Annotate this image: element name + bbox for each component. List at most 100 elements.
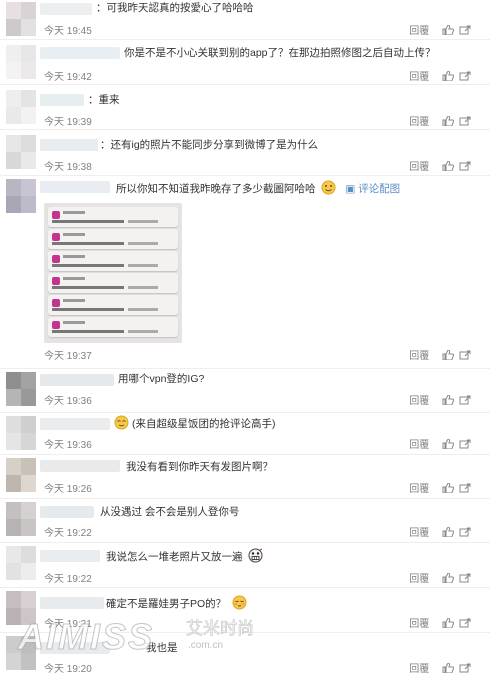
username[interactable]: [40, 550, 100, 562]
comment-item: 我也是 今天 19:20 回覆: [0, 632, 490, 680]
username[interactable]: [40, 374, 114, 386]
reply-button[interactable]: 回覆: [409, 484, 429, 495]
avatar[interactable]: [6, 458, 36, 492]
comment-time: 今天 19:22: [44, 574, 92, 585]
comment-time: 今天 19:36: [44, 396, 92, 407]
thumbs-up-icon[interactable]: [442, 527, 454, 537]
comment-item: (来自超级星饭团的抢评论高手) 今天 19:36 回覆: [0, 412, 490, 455]
comment-item: 我没有看到你昨天有发图片啊？ 今天 19:26 回覆: [0, 454, 490, 499]
share-icon[interactable]: [459, 25, 471, 35]
thumbs-up-icon[interactable]: [442, 483, 454, 493]
reply-button[interactable]: 回覆: [409, 574, 429, 585]
comment-time: 今天 19:26: [44, 484, 92, 495]
share-icon[interactable]: [459, 527, 471, 537]
username[interactable]: [40, 47, 120, 59]
grimacing-face-icon: [248, 548, 263, 563]
username[interactable]: [40, 597, 104, 609]
comment-time: 今天 19:37: [44, 351, 92, 362]
reply-button[interactable]: 回覆: [409, 396, 429, 407]
comment-item: 我说怎么一堆老照片又放一遍 今天 19:22 回覆: [0, 542, 490, 588]
avatar[interactable]: [6, 179, 36, 213]
comment-text: ：还有ig的照片不能同步分享到微博了是为什么: [100, 139, 319, 151]
comment-item: 所以你知不知道我昨晚存了多少截圖阿哈哈 ▣ 评论配图 今天 19:37 回覆: [0, 175, 490, 369]
comment-text: 所以你知不知道我昨晚存了多少截圖阿哈哈: [116, 183, 316, 195]
share-icon[interactable]: [459, 439, 471, 449]
avatar[interactable]: [6, 372, 36, 406]
view-image-link[interactable]: ▣ 评论配图: [345, 183, 400, 195]
reply-button[interactable]: 回覆: [409, 162, 429, 173]
comment-actions: 回覆: [409, 392, 476, 407]
share-icon[interactable]: [459, 350, 471, 360]
smiling-face-icon: [114, 415, 129, 430]
username[interactable]: [40, 139, 98, 151]
comment-actions: 回覆: [409, 615, 476, 630]
thumbs-up-icon[interactable]: [442, 618, 454, 628]
reply-button[interactable]: 回覆: [409, 440, 429, 451]
avatar[interactable]: [6, 591, 36, 625]
avatar[interactable]: [6, 546, 36, 580]
reply-button[interactable]: 回覆: [409, 117, 429, 128]
avatar[interactable]: [6, 2, 36, 36]
username[interactable]: [40, 181, 110, 193]
username[interactable]: [40, 642, 110, 654]
thumbs-up-icon[interactable]: [442, 25, 454, 35]
avatar[interactable]: [6, 135, 36, 169]
comment-actions: 回覆: [409, 660, 476, 675]
reply-button[interactable]: 回覆: [409, 528, 429, 539]
comment-actions: 回覆: [409, 524, 476, 539]
thumbs-up-icon[interactable]: [442, 439, 454, 449]
comment-item: 用哪个vpn登的IG? 今天 19:36 回覆: [0, 368, 490, 413]
reply-button[interactable]: 回覆: [409, 26, 429, 37]
reply-button[interactable]: 回覆: [409, 351, 429, 362]
username[interactable]: [40, 94, 84, 106]
thumbs-up-icon[interactable]: [442, 663, 454, 673]
username[interactable]: [40, 506, 94, 518]
avatar[interactable]: [6, 636, 36, 670]
username[interactable]: [40, 418, 110, 430]
comment-text: 我也是: [146, 642, 178, 654]
comment-actions: 回覆: [409, 436, 476, 451]
reply-button[interactable]: 回覆: [409, 72, 429, 83]
username[interactable]: [40, 460, 120, 472]
avatar[interactable]: [6, 45, 36, 79]
comment-image[interactable]: [44, 203, 182, 343]
share-icon[interactable]: [459, 483, 471, 493]
blushing-face-icon: [232, 595, 247, 610]
avatar[interactable]: [6, 90, 36, 124]
comment-time: 今天 19:36: [44, 440, 92, 451]
share-icon[interactable]: [459, 618, 471, 628]
reply-button[interactable]: 回覆: [409, 664, 429, 675]
share-icon[interactable]: [459, 71, 471, 81]
thumbs-up-icon[interactable]: [442, 71, 454, 81]
comment-time: 今天 19:45: [44, 26, 92, 37]
share-icon[interactable]: [459, 116, 471, 126]
share-icon[interactable]: [459, 161, 471, 171]
share-icon[interactable]: [459, 663, 471, 673]
comment-text-row: 確定不是羅娃男子PO的？: [106, 595, 247, 612]
comment-text-row: 所以你知不知道我昨晚存了多少截圖阿哈哈 ▣ 评论配图: [116, 180, 400, 197]
comment-actions: 回覆: [409, 347, 476, 362]
thumbs-up-icon[interactable]: [442, 350, 454, 360]
thumbs-up-icon[interactable]: [442, 116, 454, 126]
comment-item: ：重来 今天 19:39 回覆: [0, 84, 490, 130]
thumbs-up-icon[interactable]: [442, 573, 454, 583]
comment-actions: 回覆: [409, 570, 476, 585]
username[interactable]: [40, 3, 92, 15]
share-icon[interactable]: [459, 573, 471, 583]
comment-text: 用哪个vpn登的IG?: [118, 373, 205, 385]
comment-time: 今天 19:22: [44, 528, 92, 539]
avatar[interactable]: [6, 416, 36, 450]
comment-actions: 回覆: [409, 113, 476, 128]
comment-actions: 回覆: [409, 22, 476, 37]
thumbs-up-icon[interactable]: [442, 395, 454, 405]
comment-text-row: (来自超级星饭团的抢评论高手): [114, 415, 276, 432]
thumbs-up-icon[interactable]: [442, 161, 454, 171]
comment-time: 今天 19:42: [44, 72, 92, 83]
comment-text: 你是不是不小心关联到别的app了？在那边拍照修图之后自动上传？: [124, 47, 436, 59]
avatar[interactable]: [6, 502, 36, 536]
comment-text: (来自超级星饭团的抢评论高手): [132, 418, 276, 430]
comment-item: ：可我昨天認真的按愛心了哈哈哈 今天 19:45 回覆: [0, 0, 490, 40]
reply-button[interactable]: 回覆: [409, 619, 429, 630]
comment-time: 今天 19:39: [44, 117, 92, 128]
share-icon[interactable]: [459, 395, 471, 405]
